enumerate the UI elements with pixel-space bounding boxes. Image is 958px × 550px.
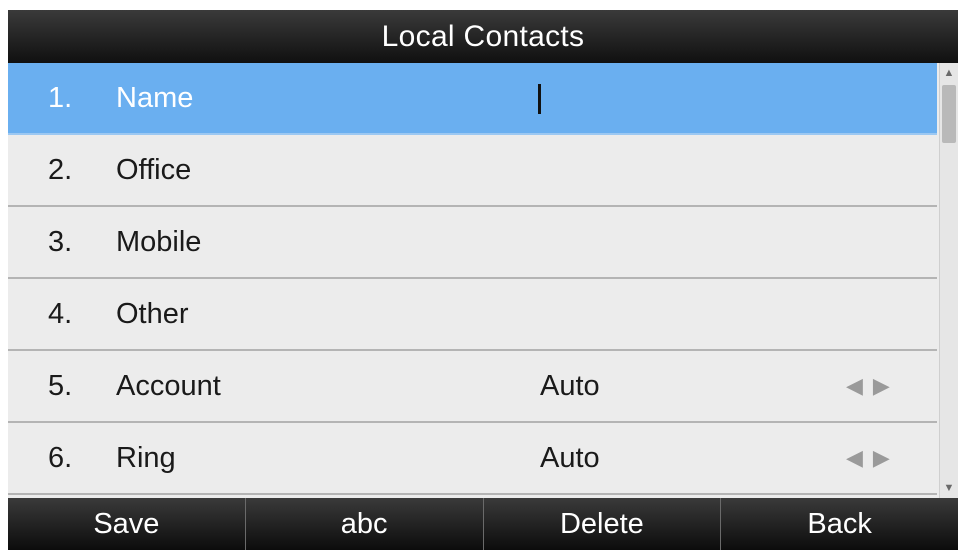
field-row-account[interactable]: 5. Account Auto ◀▶ bbox=[8, 351, 937, 423]
row-number: 6. bbox=[48, 442, 73, 474]
back-button[interactable]: Back bbox=[721, 498, 958, 550]
row-label: Name bbox=[116, 82, 194, 114]
field-row-ring[interactable]: 6. Ring Auto ◀▶ bbox=[8, 423, 937, 495]
softkey-bar: Save abc Delete Back bbox=[8, 498, 958, 550]
arrow-right-icon[interactable]: ▶ bbox=[873, 373, 900, 398]
row-label: Ring bbox=[116, 442, 176, 474]
arrow-right-icon[interactable]: ▶ bbox=[873, 445, 900, 470]
title-bar: Local Contacts bbox=[8, 10, 958, 63]
row-number: 3. bbox=[48, 226, 73, 258]
option-arrows[interactable]: ◀▶ bbox=[846, 423, 900, 493]
phone-screen: Local Contacts 1. Name 2. Office 3. Mobi… bbox=[8, 10, 958, 550]
input-mode-button[interactable]: abc bbox=[246, 498, 484, 550]
row-number: 2. bbox=[48, 154, 73, 186]
scroll-down-icon[interactable]: ▼ bbox=[940, 480, 958, 496]
row-value: Auto bbox=[540, 370, 600, 402]
scrollbar[interactable]: ▲ ▼ bbox=[939, 63, 958, 498]
scroll-thumb[interactable] bbox=[942, 85, 956, 143]
contact-field-list: 1. Name 2. Office 3. Mobile 4. Other 5. … bbox=[8, 63, 937, 498]
row-label: Mobile bbox=[116, 226, 202, 258]
scroll-up-icon[interactable]: ▲ bbox=[940, 65, 958, 81]
text-cursor bbox=[538, 84, 541, 114]
row-value: Auto bbox=[540, 442, 600, 474]
row-label: Account bbox=[116, 370, 221, 402]
arrow-left-icon[interactable]: ◀ bbox=[846, 373, 873, 398]
delete-button[interactable]: Delete bbox=[484, 498, 722, 550]
row-number: 4. bbox=[48, 298, 73, 330]
field-row-mobile[interactable]: 3. Mobile bbox=[8, 207, 937, 279]
page-title: Local Contacts bbox=[381, 19, 585, 53]
field-row-other[interactable]: 4. Other bbox=[8, 279, 937, 351]
save-button[interactable]: Save bbox=[8, 498, 246, 550]
arrow-left-icon[interactable]: ◀ bbox=[846, 445, 873, 470]
field-row-name[interactable]: 1. Name bbox=[8, 63, 937, 135]
row-label: Office bbox=[116, 154, 192, 186]
option-arrows[interactable]: ◀▶ bbox=[846, 351, 900, 421]
field-row-office[interactable]: 2. Office bbox=[8, 135, 937, 207]
row-label: Other bbox=[116, 298, 189, 330]
row-number: 5. bbox=[48, 370, 73, 402]
row-number: 1. bbox=[48, 82, 73, 114]
